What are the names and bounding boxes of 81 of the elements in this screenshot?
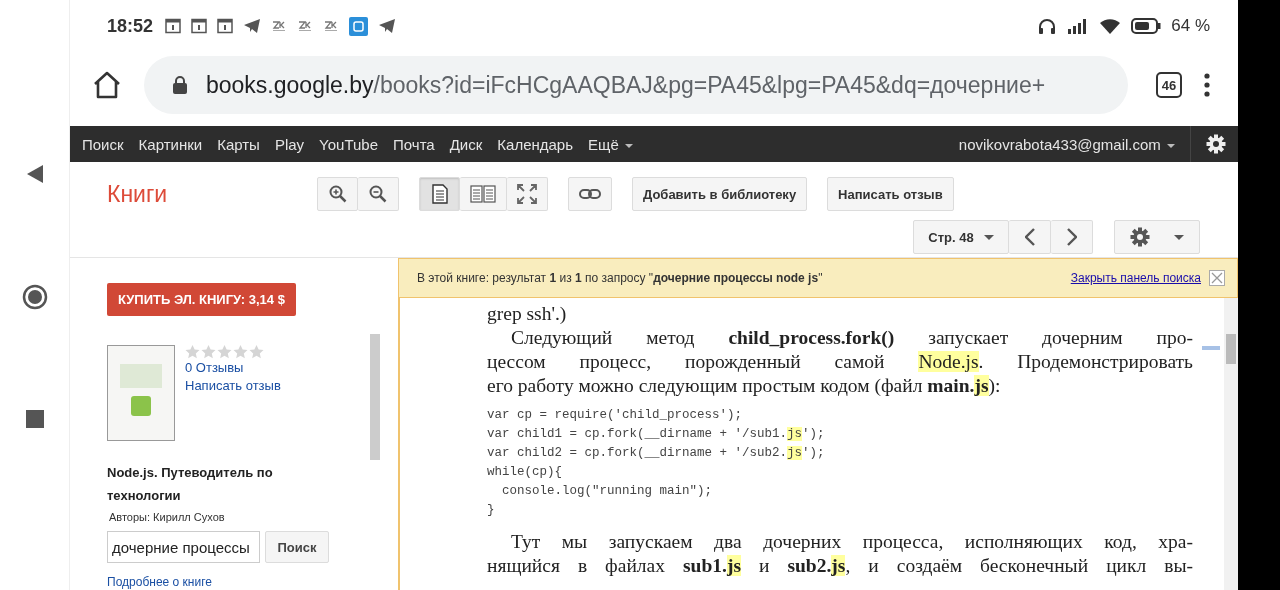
next-page-button[interactable] <box>1051 220 1093 254</box>
fullscreen-button[interactable] <box>507 177 548 211</box>
chevron-right-icon <box>1066 228 1077 246</box>
zoom-in-button[interactable] <box>317 177 358 211</box>
headphones-icon <box>1037 17 1058 35</box>
previous-page-button[interactable] <box>1009 220 1051 254</box>
star-icon <box>249 345 264 359</box>
google-bar-link[interactable]: Картинки <box>138 135 203 153</box>
menu-icon[interactable] <box>1204 73 1210 97</box>
single-page-button[interactable] <box>419 177 460 211</box>
search-button[interactable]: Поиск <box>265 531 329 563</box>
zoom-out-icon <box>369 185 387 203</box>
code-block: var cp = require('child_process'); var child1 = cp.fork(__dirname + '/sub1.js'); var child2 = cp.fork(__dirname + '/sub2.js'); while(cp){ console.log("running main"); } <box>487 406 1193 520</box>
add-to-library-button[interactable]: Добавить в библиотеку <box>632 177 808 211</box>
back-icon[interactable] <box>25 164 44 184</box>
link-button[interactable] <box>568 177 612 211</box>
book-authors: Авторы: Кирилл Сухов <box>109 511 226 523</box>
star-icon <box>217 345 232 359</box>
about-book-link[interactable]: Подробнее о книге <box>107 575 398 589</box>
search-results-message: В этой книге: результат 1 из 1 по запросу "дочерние процессы node js" <box>417 271 823 285</box>
google-bar-link[interactable]: Почта <box>393 135 435 153</box>
close-icon[interactable] <box>1209 270 1225 286</box>
search-in-book-field[interactable]: дочерние процессы <box>107 531 260 563</box>
write-review-button[interactable]: Написать отзыв <box>827 177 954 211</box>
paper-plane-icon <box>378 18 397 34</box>
calendar-icon <box>165 18 182 34</box>
battery-percent: 64 % <box>1171 16 1210 36</box>
home-circle-icon[interactable] <box>21 284 48 310</box>
zoom-out-button[interactable] <box>358 177 399 211</box>
scrollbar[interactable] <box>370 334 380 460</box>
write-review-link[interactable]: Написать отзыв <box>185 377 281 395</box>
two-page-button[interactable] <box>460 177 507 211</box>
address-bar[interactable]: books.google.by/books?id=iFcHCgAAQBAJ&pg=PA45&lpg=PA45&dq=дочерние+ <box>144 56 1128 114</box>
more-menu[interactable]: Ещё <box>588 135 633 153</box>
square-icon[interactable] <box>25 410 44 428</box>
battery-icon <box>1131 18 1162 34</box>
page-select[interactable]: Стр. 48 <box>913 220 1009 254</box>
star-icon <box>185 345 200 359</box>
home-icon[interactable] <box>92 71 122 99</box>
books-logo[interactable]: Книги <box>107 180 317 208</box>
account-menu[interactable]: novikovrabota433@gmail.com <box>958 135 1175 153</box>
paragraph: grep ssh'.) <box>487 302 568 326</box>
single-page-icon <box>431 184 448 204</box>
paragraph: Следующий метод child_process.fork() запускает дочерним про- цессом процесс, порожденный самой Node.js. Продемонстрировать его работу можно следующим простым кодом (файл main.js): <box>487 326 1193 398</box>
star-icon <box>201 345 216 359</box>
google-bar-link[interactable]: Play <box>274 135 305 153</box>
fullscreen-icon <box>517 184 537 204</box>
zoom-in-icon <box>328 185 347 203</box>
book-cover-placeholder[interactable] <box>107 345 175 441</box>
logo-icon <box>323 20 340 32</box>
calendar-icon <box>191 18 208 34</box>
buy-ebook-button[interactable]: КУПИТЬ ЭЛ. КНИГУ: 3,14 $ <box>107 283 296 316</box>
reviews-link[interactable]: 0 Отзывы <box>185 359 281 377</box>
wifi-icon <box>1099 18 1122 34</box>
search-hit-marker[interactable] <box>1202 346 1220 350</box>
link-icon <box>579 188 601 200</box>
google-bar-link[interactable]: Календарь <box>497 135 574 153</box>
close-search-panel-link[interactable]: Закрыть панель поиска <box>1070 271 1201 285</box>
chevron-left-icon <box>1024 228 1035 246</box>
lock-icon <box>172 75 188 95</box>
book-title: Node.js. Путеводитель по технологии <box>107 464 274 505</box>
google-bar-link[interactable]: Поиск <box>82 135 124 153</box>
google-bar-link[interactable]: Карты <box>217 135 260 153</box>
logo-icon <box>297 20 314 32</box>
calendar-icon <box>217 18 234 34</box>
settings-icon <box>1130 227 1150 247</box>
paragraph: Тут мы запускаем два дочерних процесса, исполняющих код, хра- нящийся в файлах sub1.js и sub2.js, и создаём бесконечный цикл вы- <box>487 530 1193 578</box>
two-page-icon <box>470 185 496 203</box>
google-bar-link[interactable]: Диск <box>449 135 483 153</box>
star-icon <box>233 345 248 359</box>
settings-menu-button[interactable] <box>1114 220 1200 254</box>
star-rating[interactable] <box>185 345 264 359</box>
clock-time: 18:52 <box>107 15 154 37</box>
logo-icon <box>271 20 288 32</box>
settings-icon[interactable] <box>1206 134 1226 154</box>
tab-count-button[interactable]: 46 <box>1156 72 1182 98</box>
scrollbar-thumb[interactable] <box>1226 334 1236 364</box>
url-text: books.google.by/books?id=iFcHCgAAQBAJ&pg=PA45&lpg=PA45&dq=дочерние+ <box>206 71 1046 99</box>
paper-plane-icon <box>243 18 262 34</box>
google-bar-link[interactable]: YouTube <box>319 135 379 153</box>
app-icon <box>349 16 369 36</box>
